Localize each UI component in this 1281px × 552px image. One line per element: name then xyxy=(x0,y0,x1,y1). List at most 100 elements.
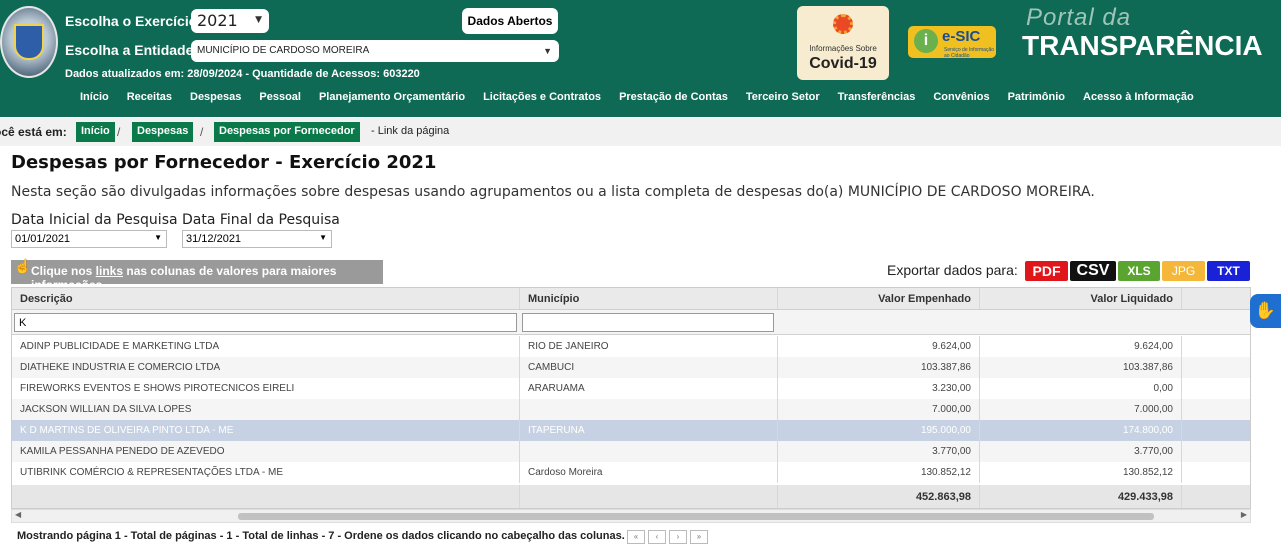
updated-info: Dados atualizados em: 28/09/2024 - Quant… xyxy=(65,68,420,80)
filter-descricao-input[interactable] xyxy=(14,313,517,332)
table-row[interactable]: FIREWORKS EVENTOS E SHOWS PIROTECNICOS E… xyxy=(12,378,1250,399)
breadcrumb-separator: / xyxy=(117,125,121,139)
table-row[interactable]: JACKSON WILLIAN DA SILVA LOPES 7.000,00 7.… xyxy=(12,399,1250,420)
breadcrumb-separator: / xyxy=(200,125,204,139)
page-link[interactable]: - Link da página xyxy=(371,125,449,137)
export-txt-button[interactable]: TXT xyxy=(1207,261,1250,281)
column-header-empty xyxy=(1182,288,1250,309)
export-csv-button[interactable]: CSV xyxy=(1070,261,1116,281)
end-date-select[interactable]: 31/12/2021 ▼ xyxy=(182,230,332,248)
horizontal-scrollbar[interactable]: ◀ ▶ xyxy=(11,509,1251,523)
cell-descricao: KAMILA PESSANHA PENEDO DE AZEVEDO xyxy=(12,441,520,462)
table-footer: Mostrando página 1 - Total de páginas - … xyxy=(11,525,1251,547)
page-title: Despesas por Fornecedor - Exercício 2021 xyxy=(11,152,437,173)
cell-municipio: ARARUAMA xyxy=(520,378,778,399)
column-header-municipio[interactable]: Município xyxy=(520,288,778,309)
filter-row xyxy=(12,310,1250,335)
pointer-hand-icon: ☝ xyxy=(14,258,32,274)
virus-icon xyxy=(833,14,853,34)
end-date-label: Data Final da Pesquisa xyxy=(182,212,340,228)
cell-valor-liquidado[interactable]: 7.000,00 xyxy=(980,399,1182,420)
cell-valor-liquidado[interactable]: 174.800,00 xyxy=(980,420,1182,441)
nav-inicio[interactable]: Início xyxy=(80,91,109,103)
column-header-descricao[interactable]: Descrição xyxy=(12,288,520,309)
cell-municipio xyxy=(520,441,778,462)
nav-transferencias[interactable]: Transferências xyxy=(838,91,916,103)
column-header-valor-liquidado[interactable]: Valor Liquidado xyxy=(980,288,1182,309)
nav-licitacoes[interactable]: Licitações e Contratos xyxy=(483,91,601,103)
table-row[interactable]: KAMILA PESSANHA PENEDO DE AZEVEDO 3.770,0… xyxy=(12,441,1250,462)
scroll-left-icon[interactable]: ◀ xyxy=(15,510,21,519)
table-row[interactable]: UTIBRINK COMÉRCIO & REPRESENTAÇÕES LTDA … xyxy=(12,462,1250,483)
hint-bar: ☝ Clique nos links nas colunas de valore… xyxy=(11,258,383,292)
nav-terceiro-setor[interactable]: Terceiro Setor xyxy=(746,91,820,103)
nav-prestacao[interactable]: Prestação de Contas xyxy=(619,91,728,103)
column-header-valor-empenhado[interactable]: Valor Empenhado xyxy=(778,288,980,309)
cell-valor-empenhado[interactable]: 7.000,00 xyxy=(778,399,980,420)
cell-valor-empenhado[interactable]: 3.770,00 xyxy=(778,441,980,462)
cell-valor-liquidado[interactable]: 0,00 xyxy=(980,378,1182,399)
cell-valor-empenhado[interactable]: 130.852,12 xyxy=(778,462,980,483)
table-header-row: Descrição Município Valor Empenhado Valo… xyxy=(12,288,1250,310)
table-row[interactable]: ADINP PUBLICIDADE E MARKETING LTDA RIO DE… xyxy=(12,336,1250,357)
page-description: Nesta seção são divulgadas informações s… xyxy=(11,184,1095,200)
chevron-down-icon: ▼ xyxy=(319,233,327,242)
site-header: Escolha o Exercício: 2021 ▼ Escolha a Ent… xyxy=(0,0,1281,117)
cell-valor-liquidado[interactable]: 3.770,00 xyxy=(980,441,1182,462)
nav-receitas[interactable]: Receitas xyxy=(127,91,172,103)
entity-select[interactable]: MUNICÍPIO DE CARDOSO MOREIRA ▼ xyxy=(191,40,559,62)
main-nav: Início Receitas Despesas Pessoal Planeja… xyxy=(80,91,1194,103)
cell-valor-empenhado[interactable]: 3.230,00 xyxy=(778,378,980,399)
cell-valor-liquidado[interactable]: 9.624,00 xyxy=(980,336,1182,357)
table-row[interactable]: K D MARTINS DE OLIVEIRA PINTO LTDA - ME I… xyxy=(12,420,1250,441)
accessibility-sign-language-icon[interactable]: ✋ xyxy=(1250,294,1281,328)
municipal-seal-logo xyxy=(0,6,58,78)
scroll-thumb[interactable] xyxy=(238,513,1154,520)
nav-planejamento[interactable]: Planejamento Orçamentário xyxy=(319,91,465,103)
breadcrumb-prefix: ocê está em: xyxy=(0,125,67,139)
first-page-button[interactable]: « xyxy=(627,530,645,544)
start-date-select[interactable]: 01/01/2021 ▼ xyxy=(11,230,167,248)
totals-row: 452.863,98 429.433,98 xyxy=(12,485,1250,508)
breadcrumb-despesas-fornecedor[interactable]: Despesas por Fornecedor xyxy=(214,122,360,142)
next-page-button[interactable]: › xyxy=(669,530,687,544)
exercise-select[interactable]: 2021 ▼ xyxy=(191,9,269,33)
cell-municipio: RIO DE JANEIRO xyxy=(520,336,778,357)
total-liquidado: 429.433,98 xyxy=(980,485,1182,508)
cell-valor-liquidado[interactable]: 130.852,12 xyxy=(980,462,1182,483)
nav-patrimonio[interactable]: Patrimônio xyxy=(1008,91,1065,103)
export-jpg-button[interactable]: JPG xyxy=(1162,261,1205,281)
open-data-button[interactable]: Dados Abertos xyxy=(462,8,558,34)
nav-despesas[interactable]: Despesas xyxy=(190,91,241,103)
cell-valor-empenhado[interactable]: 9.624,00 xyxy=(778,336,980,357)
export-pdf-button[interactable]: PDF xyxy=(1025,261,1068,281)
cell-descricao: ADINP PUBLICIDADE E MARKETING LTDA xyxy=(12,336,520,357)
breadcrumb-inicio[interactable]: Início xyxy=(76,122,115,142)
cell-municipio: ITAPERUNA xyxy=(520,420,778,441)
cell-municipio xyxy=(520,399,778,420)
table-row[interactable]: DIATHEKE INDUSTRIA E COMERCIO LTDA CAMBUC… xyxy=(12,357,1250,378)
hint-link: links xyxy=(95,264,124,278)
export-label: Exportar dados para: xyxy=(887,262,1018,278)
hint-text: Clique nos xyxy=(31,264,96,278)
cell-valor-liquidado[interactable]: 103.387,86 xyxy=(980,357,1182,378)
cell-descricao: UTIBRINK COMÉRCIO & REPRESENTAÇÕES LTDA … xyxy=(12,462,520,483)
chevron-down-icon: ▼ xyxy=(154,233,162,242)
breadcrumb-despesas[interactable]: Despesas xyxy=(132,122,194,142)
scroll-right-icon[interactable]: ▶ xyxy=(1241,510,1247,519)
nav-pessoal[interactable]: Pessoal xyxy=(259,91,301,103)
esic-button[interactable]: i e-SIC Serviço de Informação ao Cidadão xyxy=(908,26,996,59)
filter-municipio-input[interactable] xyxy=(522,313,774,332)
cell-valor-empenhado[interactable]: 103.387,86 xyxy=(778,357,980,378)
cell-valor-empenhado[interactable]: 195.000,00 xyxy=(778,420,980,441)
covid-info-button[interactable]: Informações Sobre Covid-19 xyxy=(797,6,889,80)
covid-line2: Covid-19 xyxy=(809,55,877,72)
prev-page-button[interactable]: ‹ xyxy=(648,530,666,544)
entity-label: Escolha a Entidade: xyxy=(65,42,199,58)
cell-descricao: FIREWORKS EVENTOS E SHOWS PIROTECNICOS E… xyxy=(12,378,520,399)
nav-acesso-informacao[interactable]: Acesso à Informação xyxy=(1083,91,1194,103)
export-xls-button[interactable]: XLS xyxy=(1118,261,1160,281)
last-page-button[interactable]: » xyxy=(690,530,708,544)
nav-convenios[interactable]: Convênios xyxy=(933,91,989,103)
cell-municipio: Cardoso Moreira xyxy=(520,462,778,483)
